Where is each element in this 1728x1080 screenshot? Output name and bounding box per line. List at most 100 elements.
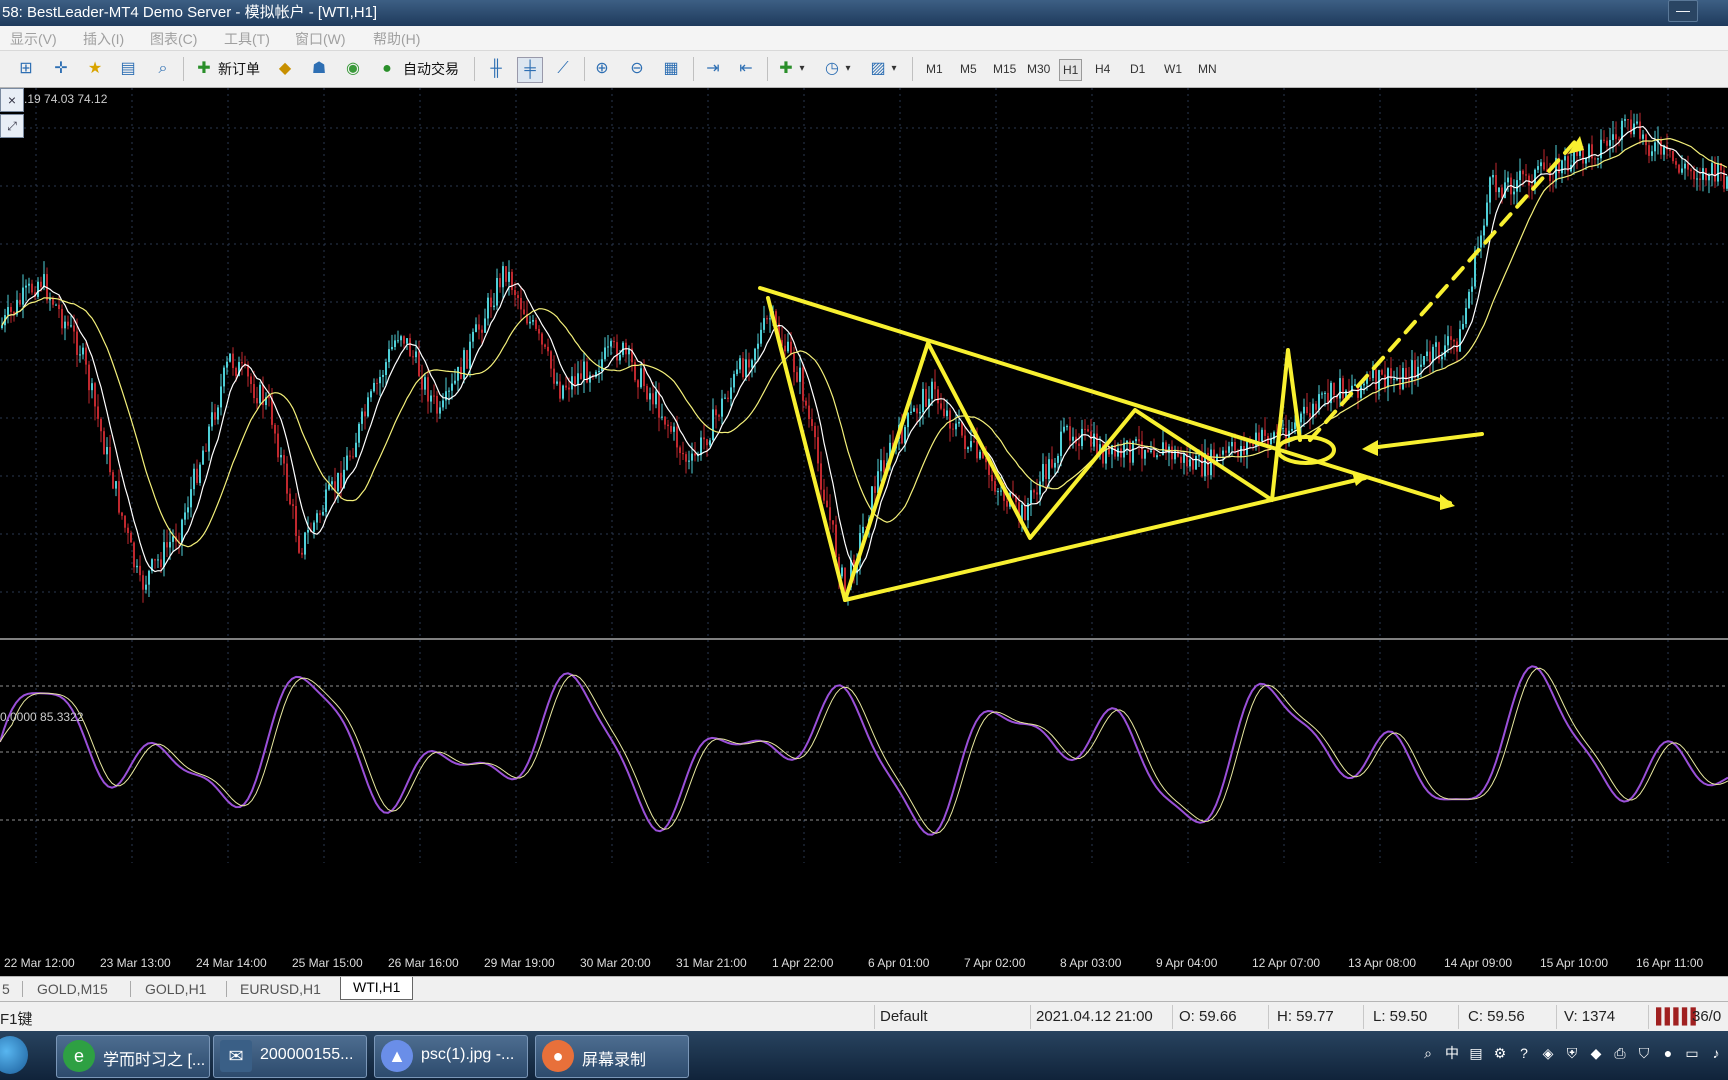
- new-order-icon[interactable]: ✚: [192, 57, 216, 81]
- tab-gold-h1[interactable]: GOLD,H1: [145, 979, 206, 999]
- taskbar-item-mail[interactable]: ✉ 200000155...: [213, 1035, 367, 1078]
- candle-body: [565, 385, 567, 388]
- candle-body: [1180, 456, 1182, 463]
- zoom-in-icon[interactable]: ⊕: [590, 57, 614, 81]
- candle-body: [700, 437, 702, 456]
- candle-body: [67, 321, 69, 326]
- chevron-down-icon[interactable]: ▾: [888, 57, 900, 81]
- close-icon[interactable]: ×: [0, 88, 24, 112]
- keyboard-icon[interactable]: ▤: [1464, 1045, 1488, 1062]
- candle-body: [1450, 336, 1452, 340]
- candle-body: [925, 388, 927, 407]
- candlestick-icon[interactable]: ╪: [517, 57, 543, 83]
- candle-body: [283, 455, 285, 464]
- auto-trade-button[interactable]: 自动交易: [403, 57, 459, 81]
- printer-icon[interactable]: ⎙: [1608, 1045, 1632, 1062]
- navigator-icon[interactable]: ▤: [116, 57, 140, 81]
- candle-body: [382, 374, 384, 377]
- menu-help[interactable]: 帮助(H): [373, 29, 420, 49]
- candle-body: [451, 383, 453, 391]
- timeframe-m15[interactable]: M15: [990, 59, 1019, 79]
- ime-indicator[interactable]: 中: [1440, 1043, 1464, 1063]
- auto-trade-icon[interactable]: ●: [375, 57, 399, 81]
- metaeditor-icon[interactable]: ◆: [273, 57, 297, 81]
- tab-eurusd-h1[interactable]: EURUSD,H1: [240, 979, 321, 999]
- minimize-button[interactable]: —: [1668, 0, 1698, 22]
- timeframe-m30[interactable]: M30: [1024, 59, 1053, 79]
- candle-body: [220, 386, 222, 408]
- timeframe-w1[interactable]: W1: [1161, 59, 1185, 79]
- candle-body: [1702, 168, 1704, 180]
- status-traffic: 36/0: [1692, 1008, 1722, 1025]
- timeframe-mn[interactable]: MN: [1195, 59, 1220, 79]
- candle-body: [1147, 449, 1149, 452]
- line-chart-icon[interactable]: ⟋: [551, 57, 575, 81]
- candle-body: [1066, 426, 1068, 428]
- auto-scroll-icon[interactable]: ⇥: [701, 57, 725, 81]
- chart-shift-icon[interactable]: ⇤: [734, 57, 758, 81]
- tester-icon[interactable]: ⌕: [151, 57, 175, 81]
- candle-body: [541, 333, 543, 345]
- candle-body: [295, 506, 297, 536]
- candle-body: [967, 447, 969, 450]
- terminal-icon[interactable]: ☗: [307, 57, 331, 81]
- crosshair-icon[interactable]: ✛: [49, 57, 73, 81]
- timeframe-m1[interactable]: M1: [923, 59, 946, 79]
- ohlc-readout: .19 74.03 74.12: [24, 92, 108, 106]
- candle-body: [163, 542, 165, 568]
- notification-icon[interactable]: ◆: [1584, 1045, 1608, 1062]
- chart-window[interactable]: × ⤢ .19 74.03 74.12 0.0000 85.3322 22 Ma…: [0, 88, 1728, 970]
- menu-charts[interactable]: 图表(C): [150, 29, 197, 49]
- help-icon[interactable]: ?: [1512, 1045, 1536, 1061]
- candle-body: [103, 431, 105, 455]
- candle-body: [916, 408, 918, 414]
- indicators-icon[interactable]: ✚: [774, 57, 798, 81]
- candle-body: [94, 383, 96, 407]
- maximize-icon[interactable]: ⤢: [0, 114, 24, 138]
- tools-icon[interactable]: ⚙: [1488, 1045, 1512, 1062]
- shield-icon[interactable]: ⛉: [1632, 1045, 1656, 1062]
- volume-icon[interactable]: ♪: [1704, 1045, 1728, 1061]
- status-open: O: 59.66: [1179, 1008, 1237, 1025]
- taskbar-item-recorder[interactable]: ● 屏幕录制: [535, 1035, 689, 1078]
- tab-gold-m15[interactable]: GOLD,M15: [37, 979, 108, 999]
- candle-body: [280, 455, 282, 458]
- tab-5[interactable]: 5: [2, 979, 10, 999]
- security-icon[interactable]: ⛨: [1560, 1045, 1584, 1062]
- menu-view[interactable]: 显示(V): [10, 29, 57, 49]
- bar-chart-icon[interactable]: ╫: [484, 57, 508, 81]
- network-icon[interactable]: ◈: [1536, 1045, 1560, 1062]
- menu-window[interactable]: 窗口(W): [295, 29, 346, 49]
- candle-body: [751, 360, 753, 368]
- zoom-out-icon[interactable]: ⊖: [625, 57, 649, 81]
- chevron-down-icon[interactable]: ▾: [796, 57, 808, 81]
- timeframe-d1[interactable]: D1: [1127, 59, 1148, 79]
- new-chart-icon[interactable]: ⊞: [14, 57, 38, 81]
- new-order-button[interactable]: 新订单: [218, 57, 260, 81]
- start-button[interactable]: [0, 1036, 28, 1074]
- status-high: H: 59.77: [1277, 1008, 1334, 1025]
- candle-body: [523, 309, 525, 315]
- chevron-down-icon[interactable]: ▾: [842, 57, 854, 81]
- candle-body: [358, 423, 360, 443]
- periods-icon[interactable]: ◷: [820, 57, 844, 81]
- templates-icon[interactable]: ▨: [866, 57, 890, 81]
- tile-windows-icon[interactable]: ▦: [659, 57, 683, 81]
- menu-insert[interactable]: 插入(I): [83, 29, 124, 49]
- tab-wti-h1[interactable]: WTI,H1: [340, 977, 414, 1000]
- app-icon[interactable]: ●: [1656, 1045, 1680, 1061]
- taskbar-item-browser[interactable]: e 学而时习之 [...: [56, 1035, 210, 1078]
- menu-tools[interactable]: 工具(T): [224, 29, 270, 49]
- candle-body: [385, 362, 387, 375]
- timeframe-h4[interactable]: H4: [1092, 59, 1113, 79]
- taskbar-item-photos[interactable]: ▲ psc(1).jpg -...: [374, 1035, 528, 1078]
- price-chart[interactable]: [0, 88, 1728, 952]
- timeframe-m5[interactable]: M5: [957, 59, 980, 79]
- candle-body: [643, 368, 645, 387]
- favorites-icon[interactable]: ★: [83, 57, 107, 81]
- timeframe-h1[interactable]: H1: [1059, 59, 1083, 81]
- globe-icon[interactable]: ◉: [341, 57, 365, 81]
- display-icon[interactable]: ▭: [1680, 1045, 1704, 1062]
- time-axis-label: 12 Apr 07:00: [1252, 956, 1321, 970]
- search-icon[interactable]: ⌕: [1416, 1045, 1440, 1062]
